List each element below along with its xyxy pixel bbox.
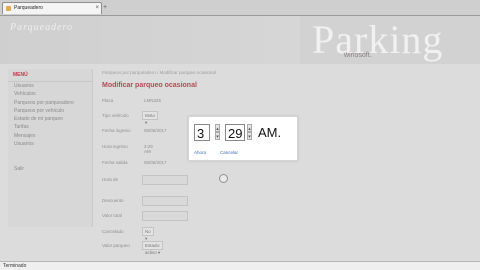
favicon-icon [6,6,11,11]
hora-ingreso-value[interactable]: 3:29 AM [144,144,153,154]
radio-button[interactable] [219,174,228,183]
browser-tab-bar: Parqueadero × + [0,0,480,16]
sidebar-item-vehiculos[interactable]: Vehículos [8,90,92,98]
page-title: Modificar parqueo ocasional [102,82,197,89]
site-title: Parqueadero [10,22,74,33]
now-link[interactable]: Ahora [194,150,206,155]
field-label: Tipo vehículo [102,113,129,118]
minute-field[interactable]: 29 [225,124,245,141]
breadcrumb[interactable]: Parqueos por parqueadero / Modificar par… [102,70,472,75]
sidebar-item-parqueos-parqueadero[interactable]: Parqueos por parqueadero [8,99,92,107]
cancelado-select[interactable]: No ▾ [142,227,154,241]
tipo-vehiculo-select[interactable]: Moto ▾ [142,111,159,125]
main-content: Parqueos por parqueadero / Modificar par… [102,70,472,255]
sidebar-item-parqueos-vehiculo[interactable]: Parqueos por vehículo [8,107,92,115]
field-label: Fecha salida [102,160,128,165]
field-label: Descuento [102,198,124,203]
field-label: Placa [102,98,114,103]
valor-total-input[interactable] [142,211,188,221]
field-label: Cancelado [102,229,124,234]
status-text: Terminado [3,263,27,269]
field-label: Valor parqueo [102,243,130,248]
logo-text: Parking [312,17,444,62]
time-picker-popup: 3 ▴ ▾ 29 ▴ ▾ AM. Ahora Cancelar [188,116,298,161]
placa-value[interactable]: LMN325 [144,98,161,103]
sidebar-item-usuarios[interactable]: Usuarios [8,82,92,90]
sidebar-menu: MENÚ Usuarios Vehículos Parqueos por par… [8,69,93,227]
page-body: MENÚ Usuarios Vehículos Parqueos por par… [0,64,480,262]
field-label: Hora ingreso [102,144,128,149]
close-tab-icon[interactable]: × [95,3,99,14]
tab-title: Parqueadero [14,5,43,11]
status-bar: Terminado [0,261,480,270]
estado-select[interactable]: Estado: activo ▾ [142,241,164,255]
sidebar-item-estado-parqueo[interactable]: Estado de mi parqueo [8,115,92,123]
minute-down-icon[interactable]: ▾ [247,132,252,140]
hour-up-icon[interactable]: ▴ [215,124,220,132]
logo-subtitle: winosoft. [344,52,372,59]
minute-spinner: ▴ ▾ [247,124,252,141]
select-value: Moto [145,113,156,118]
hour-down-icon[interactable]: ▾ [215,132,220,140]
sidebar-item-mensajes[interactable]: Mensajes [8,132,92,140]
cancel-link[interactable]: Cancelar [220,150,238,155]
ampm-field[interactable]: AM. [258,124,281,141]
sidebar-item-usuarios-2[interactable]: Usuarios [8,140,92,148]
hour-field[interactable]: 3 [194,124,210,141]
field-label: Hora de [102,177,119,182]
new-tab-icon[interactable]: + [103,4,110,11]
descuento-input[interactable] [142,196,188,206]
hour-spinner: ▴ ▾ [215,124,220,141]
browser-tab[interactable]: Parqueadero × [2,2,102,14]
minute-up-icon[interactable]: ▴ [247,124,252,132]
hora-salida-input[interactable] [142,175,188,185]
select-value: Estado: activo [145,243,161,255]
field-label: Valor total [102,213,122,218]
sidebar-heading: MENÚ [8,69,92,82]
select-value: No [145,229,151,234]
sidebar-item-tarifas[interactable]: Tarifas [8,123,92,131]
field-label: Fecha ingreso [102,128,131,133]
site-header: Parqueadero Parking winosoft. [0,16,480,64]
sidebar-item-salir[interactable]: Salir [8,165,92,173]
fecha-ingreso-value[interactable]: 05/05/2017 [144,128,167,133]
fecha-salida-value[interactable]: 05/05/2017 [144,160,167,165]
